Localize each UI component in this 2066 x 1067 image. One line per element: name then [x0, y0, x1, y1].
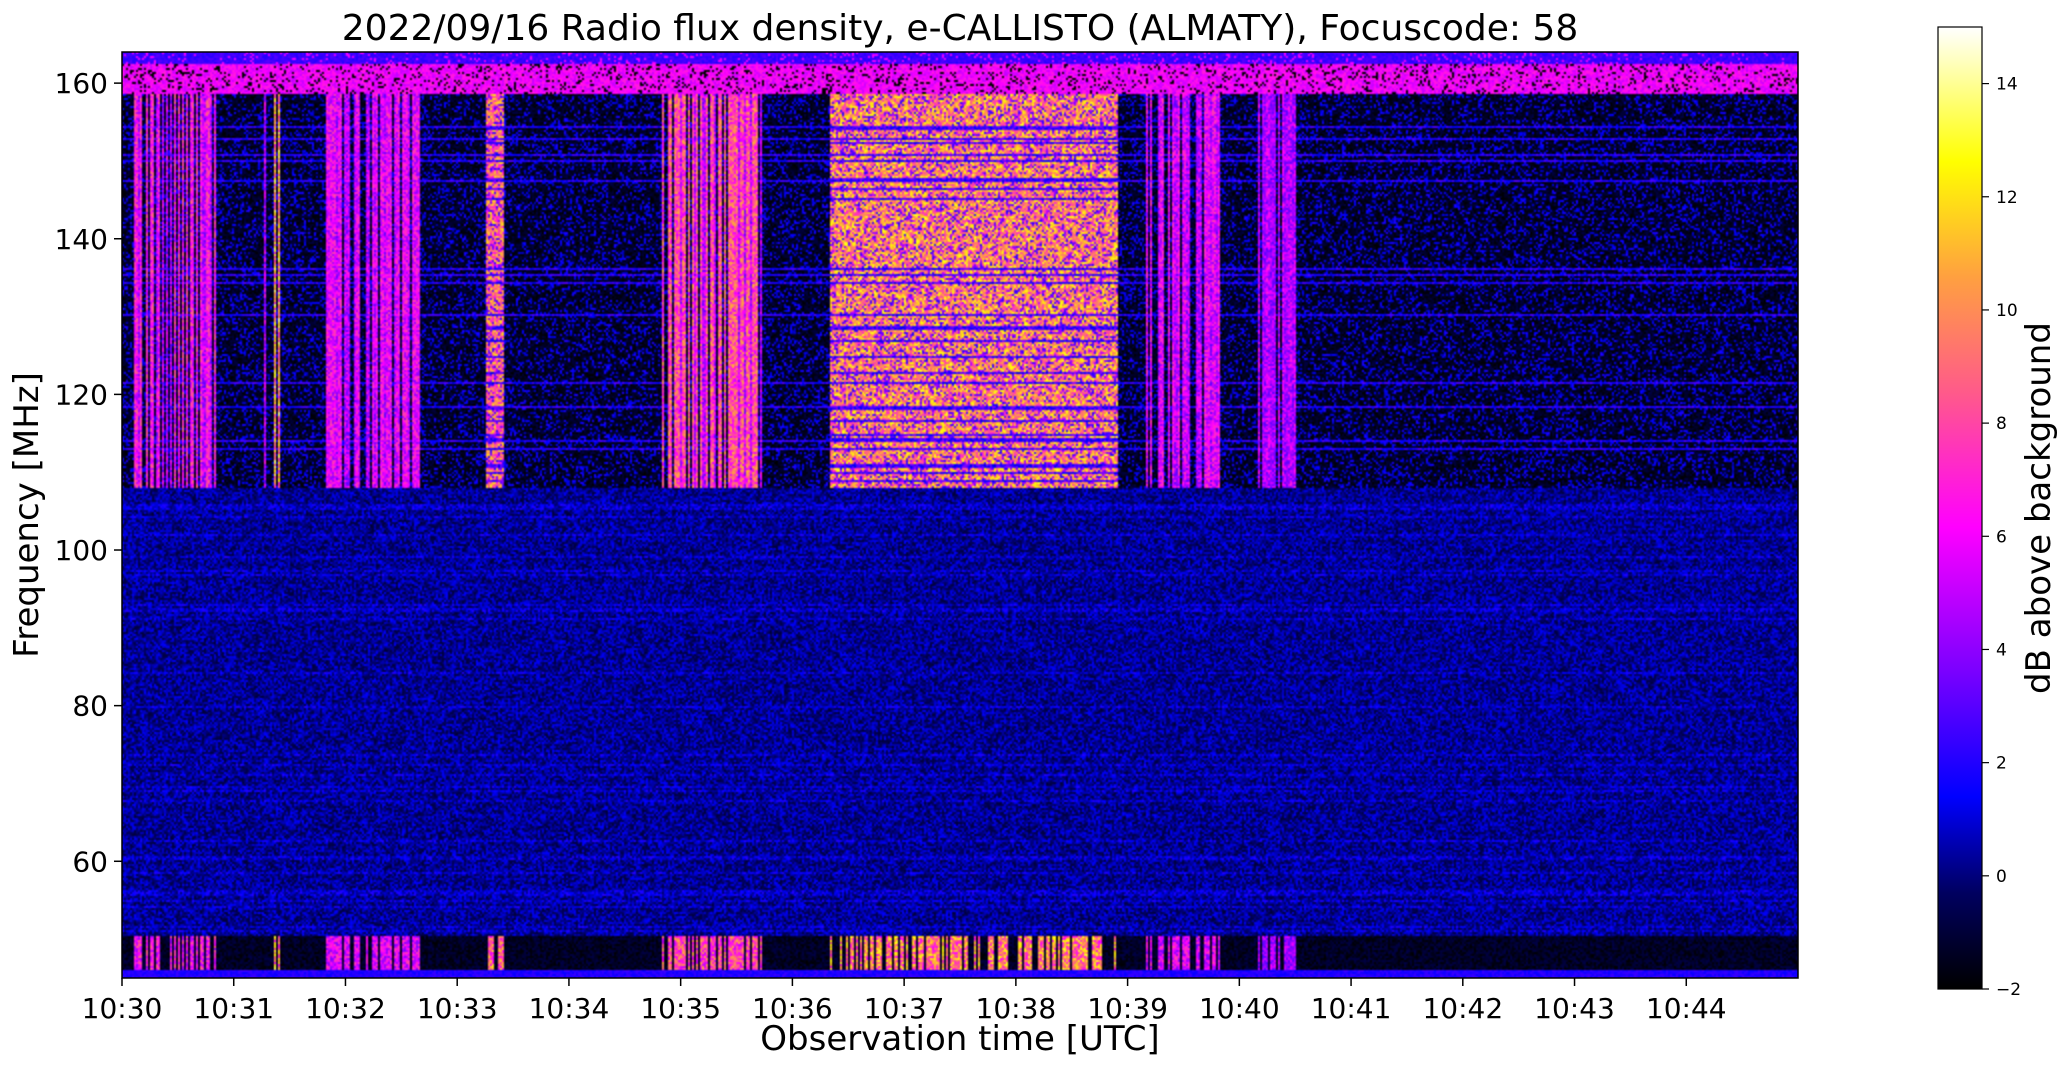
x-tick-label: 10:41: [1311, 992, 1392, 1025]
x-tick-label: 10:30: [82, 992, 163, 1025]
x-tick-label: 10:31: [193, 992, 274, 1025]
plot-area: [121, 51, 1799, 979]
y-tick-label: 60: [72, 845, 108, 878]
colorbar-tick-label: 0: [1996, 867, 2007, 887]
x-axis: 10:30 10:31 10:32 10:33 10:34 10:35 10:36 10:37…: [82, 978, 1727, 1025]
colorbar-gradient: [1937, 26, 1983, 990]
colorbar-tick-label: 2: [1996, 754, 2007, 774]
colorbar-tick-label: −2: [1996, 980, 2021, 1000]
chart-title: 2022/09/16 Radio flux density, e-CALLIST…: [342, 8, 1578, 49]
figure: 2022/09/16 Radio flux density, e-CALLIST…: [7, 8, 2059, 1059]
y-axis: 60 80 100 120 140 160: [55, 67, 122, 878]
x-tick-label: 10:40: [1199, 992, 1280, 1025]
colorbar-tick-label: 12: [1996, 188, 2018, 208]
spectrogram-heatmap: [122, 52, 1798, 978]
x-tick-label: 10:32: [305, 992, 386, 1025]
colorbar-tick-label: 14: [1996, 75, 2018, 95]
colorbar-tick-label: 8: [1996, 414, 2007, 434]
colorbar-tick-label: 10: [1996, 301, 2018, 321]
colorbar-ticks: −2 0 2 4 6 8 10 12 14: [1982, 75, 2021, 1000]
x-tick-label: 10:34: [529, 992, 610, 1025]
colorbar-tick-label: 6: [1996, 527, 2007, 547]
colorbar-tick-label: 4: [1996, 640, 2007, 660]
y-tick-label: 80: [72, 690, 108, 723]
x-axis-label: Observation time [UTC]: [760, 1019, 1159, 1059]
y-tick-label: 140: [55, 223, 108, 256]
colorbar: −2 0 2 4 6 8 10 12 14 dB above background: [1937, 26, 2059, 1000]
x-tick-label: 10:42: [1422, 992, 1503, 1025]
x-tick-label: 10:35: [640, 992, 721, 1025]
x-tick-label: 10:33: [417, 992, 498, 1025]
x-tick-label: 10:44: [1646, 992, 1727, 1025]
y-tick-label: 100: [55, 534, 108, 567]
y-axis-label: Frequency [MHz]: [7, 372, 47, 658]
y-tick-label: 120: [55, 378, 108, 411]
y-tick-label: 160: [55, 67, 108, 100]
x-tick-label: 10:43: [1534, 992, 1615, 1025]
colorbar-label: dB above background: [2019, 322, 2059, 694]
